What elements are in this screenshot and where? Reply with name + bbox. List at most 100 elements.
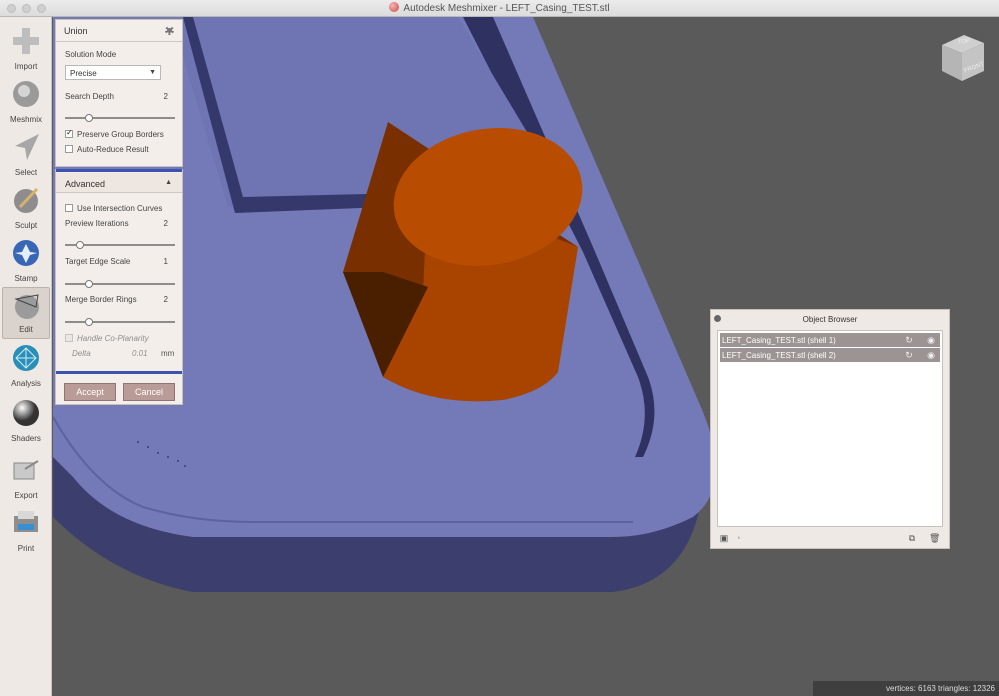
solution-mode-select[interactable]: Precise ▼ [65,65,161,80]
analysis-icon [13,345,39,371]
advanced-header[interactable]: Advanced ▲ [56,173,182,193]
duplicate-icon[interactable]: ⧉ [907,533,917,543]
toolbar-print-label: Print [17,544,35,553]
eye-icon[interactable]: ◉ [926,350,936,360]
merge-border-rings-slider[interactable] [65,318,175,326]
refresh-icon[interactable]: ↻ [904,335,914,345]
cube-icon[interactable]: ▣ [719,533,729,543]
preserve-group-borders-checkbox[interactable] [65,128,73,138]
section-divider [56,169,182,172]
toolbar-stamp-label: Stamp [14,274,38,283]
preview-iterations-value: 2 [163,219,168,228]
accept-button[interactable]: Accept [64,383,116,401]
target-edge-scale-label: Target Edge Scale [65,257,131,266]
section-divider-bottom [56,371,182,374]
handle-coplanarity-checkbox[interactable] [65,334,73,342]
toolbar-meshmix-label: Meshmix [9,115,42,124]
trash-icon[interactable]: 🗑 [929,533,940,543]
toolbar-shaders-label: Shaders [11,434,41,443]
toolbar-sculpt[interactable]: Sculpt [2,182,50,234]
meshmixer-app-icon [389,2,400,12]
toolbar-shaders[interactable]: Shaders [2,395,50,447]
gear-icon[interactable] [165,26,174,35]
status-bar: vertices: 6163 triangles: 12326 [813,681,999,696]
union-panel: Union Solution Mode Precise ▼ Search Dep… [55,19,183,167]
toolbar-stamp[interactable]: Stamp [2,235,50,287]
target-edge-scale-value: 1 [163,257,168,266]
merge-border-rings-value: 2 [163,295,168,304]
sculpt-brush-icon [14,187,39,213]
toolbar-import[interactable]: Import [2,23,50,75]
use-intersection-curves-label: Use Intersection Curves [77,204,163,213]
preserve-group-borders-label: Preserve Group Borders [77,130,164,139]
merge-border-rings-label: Merge Border Rings [65,295,137,304]
window-title: Autodesk Meshmixer - LEFT_Casing_TEST.st… [403,3,610,14]
preview-iterations-slider[interactable] [65,241,175,249]
toolbar-select[interactable]: Select [2,129,50,181]
object-name: LEFT_Casing_TEST.stl (shell 2) [722,351,836,360]
toolbar-print[interactable]: Print [2,505,50,557]
stamp-icon [13,240,39,266]
pie-icon[interactable]: ◔ [733,533,743,543]
delta-value[interactable]: 0.01 [132,349,148,358]
object-browser-header: Object Browser [711,310,949,328]
toolbar-select-label: Select [14,168,38,177]
preview-iterations-label: Preview Iterations [65,219,129,228]
edit-icon [14,294,39,319]
object-list-item[interactable]: LEFT_Casing_TEST.stl (shell 1) ↻ ◉ [720,333,940,347]
object-browser-footer: ▣ ◔ ⧉ 🗑 [717,532,943,546]
toolbar-sculpt-label: Sculpt [14,221,38,230]
toolbar-meshmix[interactable]: Meshmix [2,76,50,128]
advanced-title: Advanced [65,179,106,189]
delta-unit: mm [161,349,175,358]
advanced-panel: Advanced ▲ Use Intersection Curves Previ… [55,169,183,405]
toolbar-export[interactable]: Export [2,452,50,504]
main-toolbar: Import Meshmix Select Sculpt Stamp Edit … [0,17,52,696]
delta-label: Delta [72,349,91,358]
toolbar-analysis[interactable]: Analysis [2,340,50,392]
object-list-item[interactable]: LEFT_Casing_TEST.stl (shell 2) ↻ ◉ [720,348,940,362]
close-icon[interactable] [714,315,721,322]
select-arrow-icon [15,134,39,160]
union-panel-header: Union [56,20,182,42]
plus-icon [13,28,39,54]
search-depth-value: 2 [163,92,168,101]
union-panel-title: Union [64,26,88,36]
object-browser-panel: Object Browser LEFT_Casing_TEST.stl (she… [710,309,950,549]
object-browser-title: Object Browser [802,315,858,324]
mesh-stats: vertices: 6163 triangles: 12326 [886,684,995,693]
refresh-icon[interactable]: ↻ [904,350,914,360]
window-titlebar: Autodesk Meshmixer - LEFT_Casing_TEST.st… [0,0,999,17]
eye-icon[interactable]: ◉ [926,335,936,345]
auto-reduce-checkbox[interactable] [65,145,73,153]
toolbar-analysis-label: Analysis [11,379,41,388]
solution-mode-label: Solution Mode [65,50,117,59]
preview-iterations-slider-knob[interactable] [76,241,84,249]
shaders-icon [13,400,39,426]
collapse-triangle-icon: ▲ [165,179,172,186]
search-depth-slider[interactable] [65,114,175,122]
action-buttons: Accept Cancel [56,383,182,403]
window-title-wrap: Autodesk Meshmixer - LEFT_Casing_TEST.st… [0,2,999,14]
object-list: LEFT_Casing_TEST.stl (shell 1) ↻ ◉ LEFT_… [717,330,943,527]
merge-border-rings-slider-knob[interactable] [85,318,93,326]
auto-reduce-label: Auto-Reduce Result [77,145,149,154]
solution-mode-value: Precise [70,69,97,78]
meshmix-icon [13,81,39,107]
search-depth-slider-knob[interactable] [85,114,93,122]
cancel-button[interactable]: Cancel [123,383,175,401]
search-depth-label: Search Depth [65,92,114,101]
toolbar-edit[interactable]: Edit [2,287,50,339]
toolbar-edit-label: Edit [19,325,33,334]
toolbar-import-label: Import [14,62,38,71]
handle-coplanarity-label: Handle Co-Planarity [77,334,149,343]
target-edge-scale-slider[interactable] [65,280,175,288]
target-edge-scale-slider-knob[interactable] [85,280,93,288]
print-icon [14,511,38,532]
object-name: LEFT_Casing_TEST.stl (shell 1) [722,336,836,345]
chevron-down-icon: ▼ [149,69,156,76]
toolbar-export-label: Export [14,491,38,500]
navigation-cube[interactable]: TOP FRONT [934,31,986,85]
use-intersection-curves-checkbox[interactable] [65,204,73,212]
export-icon [13,460,39,480]
